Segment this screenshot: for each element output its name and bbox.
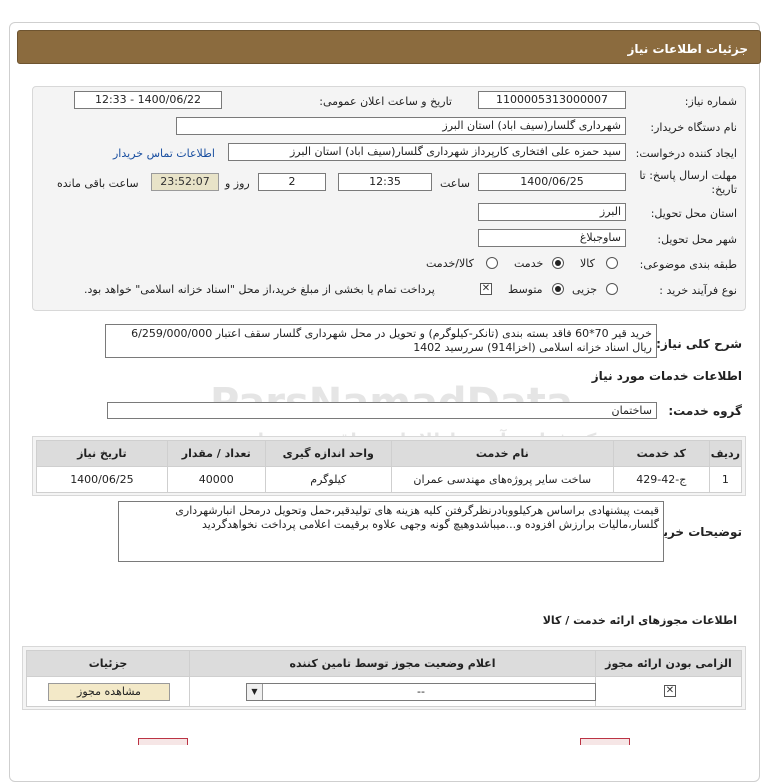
buyer-contact-link[interactable]: اطلاعات تماس خریدار (113, 147, 215, 160)
cell-name: ساخت سایر پروژه‌های مهندسی عمران (390, 466, 614, 493)
buyer-org-field: شهرداری گلسار(سیف اباد) استان البرز (176, 117, 626, 135)
category-service-radio[interactable] (552, 257, 564, 269)
col-qty: تعداد / مقدار (166, 440, 266, 467)
category-label: طبقه بندی موضوعی: (639, 258, 737, 271)
col-name: نام خدمت (390, 440, 614, 467)
deadline-date-field: 1400/06/25 (478, 173, 626, 191)
deadline-time-field: 12:35 (338, 173, 432, 191)
city-field: ساوجبلاغ (478, 229, 626, 247)
process-minor-label: جزیی (572, 283, 598, 296)
cell-unit: کیلوگرم (264, 466, 392, 493)
remaining-label: ساعت باقی مانده (57, 177, 139, 190)
announce-field: 1400/06/22 - 12:33 (74, 91, 222, 109)
category-goods-label: کالا (580, 257, 595, 270)
process-minor-radio[interactable] (606, 283, 618, 295)
requester-label: ایجاد کننده درخواست: (635, 147, 737, 160)
remaining-time: 23:52:07 (151, 173, 219, 191)
view-permit-button[interactable]: مشاهده مجوز (48, 683, 170, 701)
category-goods-service-radio[interactable] (486, 257, 498, 269)
announce-label: تاریخ و ساعت اعلان عمومی: (319, 95, 452, 108)
days-field: 2 (258, 173, 326, 191)
permit-status-select[interactable]: ▼ -- (246, 683, 596, 701)
process-medium-label: متوسط (508, 283, 543, 296)
bottom-action-left[interactable] (138, 738, 188, 745)
permits-section-title: اطلاعات مجوزهای ارائه خدمت / کالا (542, 614, 737, 627)
category-goods-service-label: کالا/خدمت (426, 257, 474, 270)
services-table: ردیف کد خدمت نام خدمت واحد اندازه گیری ت… (36, 440, 743, 493)
need-number-label: شماره نیاز: (684, 95, 737, 108)
services-section-title: اطلاعات خدمات مورد نیاز (591, 369, 742, 383)
cell-qty: 40000 (166, 466, 266, 493)
permits-table-header: الزامی بودن ارائه مجوز اعلام وضعیت مجوز … (26, 650, 742, 677)
days-label: روز و (225, 177, 250, 190)
permit-status-value: -- (417, 685, 425, 698)
cell-code: ج-42-429 (612, 466, 710, 493)
process-label: نوع فرآیند خرید : (659, 284, 737, 297)
category-service-label: خدمت (514, 257, 544, 270)
treasury-payment-checkbox[interactable]: ✕ (480, 283, 492, 295)
deadline-date-label: تاریخ: (711, 183, 737, 196)
deadline-label: مهلت ارسال پاسخ: تا (639, 169, 737, 182)
buyer-org-label: نام دستگاه خریدار: (650, 121, 737, 134)
category-goods-radio[interactable] (606, 257, 618, 269)
col-required: الزامی بودن ارائه مجوز (595, 650, 742, 677)
need-number-field: 1100005313000007 (478, 91, 626, 109)
services-table-header: ردیف کد خدمت نام خدمت واحد اندازه گیری ت… (36, 440, 743, 467)
cell-row: 1 (708, 466, 743, 493)
requester-field: سید حمزه علی افتخاری کارپرداز شهرداری گل… (228, 143, 626, 161)
process-medium-radio[interactable] (552, 283, 564, 295)
chevron-down-icon: ▼ (247, 684, 263, 700)
deadline-time-label: ساعت (440, 177, 470, 190)
col-code: کد خدمت (612, 440, 710, 467)
description-field: خرید قیر 70*60 فاقد بسته بندی (تانکر-کیل… (105, 324, 657, 358)
col-details: جزئیات (26, 650, 190, 677)
page-title: جزئیات اطلاعات نیاز (627, 42, 748, 56)
service-group-label: گروه خدمت: (668, 404, 742, 418)
cell-date: 1400/06/25 (36, 466, 168, 493)
col-status: اعلام وضعیت مجوز توسط تامین کننده (189, 650, 596, 677)
buyer-notes-field: قیمت پیشنهادی براساس هرکیلووبادرنظرگرفتن… (118, 501, 664, 562)
bottom-action-right[interactable] (580, 738, 630, 745)
col-row: ردیف (708, 440, 743, 467)
province-field: البرز (478, 203, 626, 221)
payment-note: پرداخت تمام یا بخشی از مبلغ خرید،از محل … (84, 283, 435, 296)
province-label: استان محل تحویل: (650, 207, 737, 220)
permit-required-checkbox[interactable]: ✕ (664, 685, 676, 697)
table-row: 1 ج-42-429 ساخت سایر پروژه‌های مهندسی عم… (36, 466, 743, 493)
description-label: شرح کلی نیاز: (656, 337, 742, 351)
col-date: تاریخ نیاز (36, 440, 168, 467)
service-group-field: ساختمان (107, 402, 657, 419)
page-header: جزئیات اطلاعات نیاز (17, 30, 761, 64)
col-unit: واحد اندازه گیری (264, 440, 392, 467)
city-label: شهر محل تحویل: (657, 233, 737, 246)
